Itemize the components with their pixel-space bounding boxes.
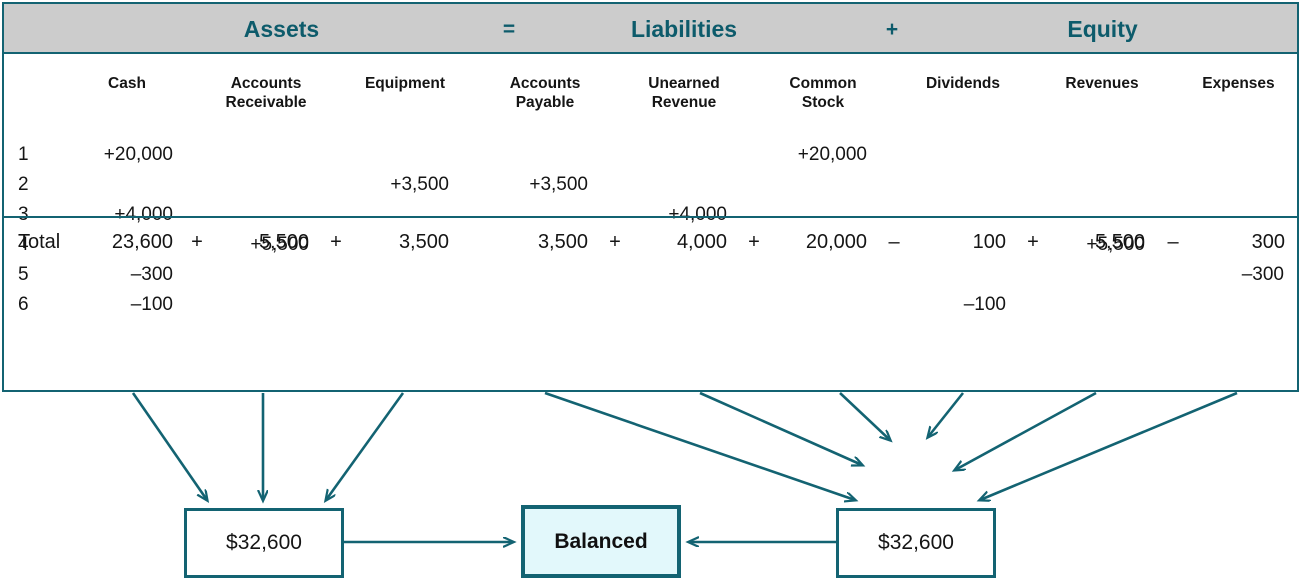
header-equals-operator: =	[502, 18, 516, 41]
balanced-box: Balanced	[521, 505, 681, 578]
cell-accounts-payable: +3,500	[529, 174, 588, 195]
cell-expenses: –300	[1241, 264, 1284, 285]
header-liabilities: Liabilities	[630, 16, 738, 42]
column-header-cash: Cash	[108, 75, 146, 92]
cell-unearned-revenue: +4,000	[668, 204, 727, 225]
arrow-cash-to-assets	[131, 392, 207, 500]
cell-dividends: –100	[963, 294, 1006, 315]
accounting-equation-diagram: Assets = Liabilities + Equity Cash Accou…	[0, 0, 1301, 580]
column-header-common-stock: Common Stock	[789, 75, 857, 111]
cell-cash: +20,000	[103, 144, 173, 165]
table-row-number: 1	[18, 144, 29, 165]
arrow-revenues-to-claims	[955, 391, 1097, 470]
total-accounts-payable: 3,500	[537, 231, 588, 253]
cell-cash: +4,000	[114, 204, 173, 225]
arrow-common-stock-to-claims	[839, 392, 890, 440]
column-header-dividends: Dividends	[925, 75, 1001, 92]
assets-total-value: $32,600	[226, 531, 302, 554]
total-accounts-receivable: 5,500	[258, 231, 309, 253]
cell-common-stock: +20,000	[797, 144, 867, 165]
column-header-equipment: Equipment	[364, 75, 446, 92]
cell-equipment: +3,500	[390, 174, 449, 195]
balanced-label: Balanced	[554, 529, 648, 553]
column-header-revenues: Revenues	[1065, 75, 1139, 92]
arrow-accounts-payable-to-claims	[544, 391, 855, 500]
transaction-table: Assets = Liabilities + Equity Cash Accou…	[2, 2, 1299, 392]
table-row-number: 2	[18, 174, 29, 195]
equation-header-band: Assets = Liabilities + Equity	[4, 4, 1297, 54]
arrow-expenses-to-claims	[980, 391, 1238, 500]
total-divider-line	[4, 216, 1297, 218]
claims-total-value: $32,600	[878, 531, 954, 554]
cell-cash: –100	[130, 294, 173, 315]
table-row-number: 6	[18, 294, 29, 315]
column-header-unearned-revenue: Unearned Revenue	[648, 75, 720, 111]
header-equity: Equity	[1067, 16, 1138, 42]
table-row-number: 3	[18, 204, 29, 225]
total-expenses: 300	[1251, 231, 1285, 253]
total-unearned-revenue: 4,000	[676, 231, 727, 253]
total-dividends: 100	[972, 231, 1006, 253]
column-header-accounts-payable: Accounts Payable	[509, 75, 581, 111]
arrow-unearned-revenue-to-claims	[699, 391, 862, 465]
header-plus-operator: +	[885, 18, 899, 41]
total-revenues: 5,500	[1094, 231, 1145, 253]
table-row-number: 5	[18, 264, 29, 285]
cell-cash: –300	[130, 264, 173, 285]
total-common-stock: 20,000	[805, 231, 867, 253]
arrow-equipment-to-assets	[326, 392, 405, 500]
arrow-dividends-to-claims	[928, 392, 965, 437]
claims-total-box: $32,600	[836, 508, 996, 578]
column-header-accounts-receivable: Accounts Receivable	[225, 75, 307, 111]
total-cash: 23,600	[111, 231, 173, 253]
total-equipment: 3,500	[398, 231, 449, 253]
assets-total-box: $32,600	[184, 508, 344, 578]
total-row-label: Total	[18, 231, 61, 253]
column-header-expenses: Expenses	[1202, 75, 1275, 92]
